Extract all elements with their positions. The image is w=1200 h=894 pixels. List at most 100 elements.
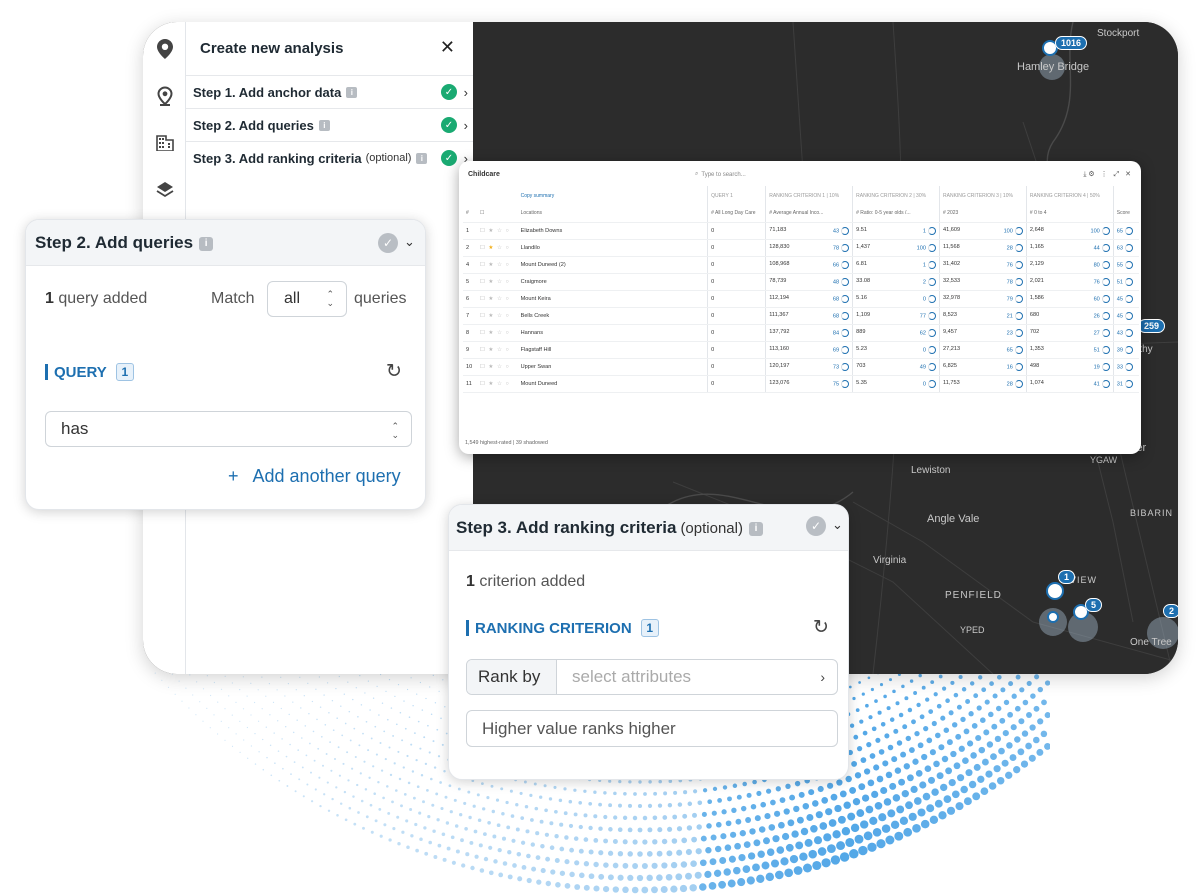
criterion-cell: 128,830 78: [765, 239, 853, 257]
column-header[interactable]: # 2023: [939, 205, 1027, 223]
table-row[interactable]: 8 ☐ ★ ☆ ○ Hannans 0 137,792 84 889 62 9,457 23 702…: [463, 324, 1139, 342]
group-header: RANKING CRITERION 4 | 50%: [1025, 186, 1114, 205]
star-icon: ★: [488, 346, 495, 353]
criterion-index-chip: 1: [640, 619, 659, 637]
star-icon: ★: [488, 227, 495, 234]
step-2-row[interactable]: Step 2. Add queries i ✓ ›: [186, 108, 473, 141]
table-row[interactable]: 4 ☐ ★ ☆ ○ Mount Duneed (2) 0 108,968 66 6.81 1 3…: [463, 256, 1139, 274]
chevron-down-icon[interactable]: ⌄: [832, 517, 843, 533]
criterion-cell: 11,568 28: [939, 239, 1027, 257]
row-actions[interactable]: ☐ ★ ☆ ○: [476, 375, 518, 393]
close-icon[interactable]: ✕: [440, 37, 455, 58]
table-row[interactable]: 10 ☐ ★ ☆ ○ Upper Swan 0 120,197 73 703 49 6,825 1…: [463, 358, 1139, 376]
table-row[interactable]: 6 ☐ ★ ☆ ○ Mount Keira 0 112,194 68 5.16 0 32,978…: [463, 290, 1139, 308]
map-cluster-badge[interactable]: 259: [1138, 319, 1166, 333]
column-header[interactable]: # Ratio: 0-5 year olds /...: [852, 205, 940, 223]
score-cell: 45: [1112, 290, 1139, 308]
row-actions[interactable]: ☐ ★ ☆ ○: [476, 222, 518, 240]
rank-order-field[interactable]: Higher value ranks higher: [466, 710, 838, 747]
map-cluster-badge[interactable]: 5: [1085, 598, 1103, 612]
step-3-label: Step 3. Add ranking criteria: [193, 150, 362, 166]
row-actions[interactable]: ☐ ★ ☆ ○: [476, 273, 518, 291]
row-actions[interactable]: ☐ ★ ☆ ○: [476, 341, 518, 359]
location-pin-icon[interactable]: [152, 36, 178, 62]
info-icon[interactable]: i: [346, 86, 358, 98]
chevron-right-icon[interactable]: ›: [464, 118, 468, 133]
column-header[interactable]: #: [463, 205, 477, 223]
rank-by-field[interactable]: Rank by select attributes ›: [466, 659, 838, 695]
group-header: RANKING CRITERION 1 | 10%: [765, 186, 853, 205]
row-actions[interactable]: ☐ ★ ☆ ○: [476, 324, 518, 342]
chevron-right-icon[interactable]: ›: [464, 85, 468, 100]
attribute-select[interactable]: select attributes ›: [557, 660, 837, 694]
rank-by-label: Rank by: [467, 660, 557, 694]
column-header[interactable]: Score: [1112, 205, 1139, 223]
step-1-row[interactable]: Step 1. Add anchor data i ✓ ›: [186, 75, 473, 108]
select-all-checkbox[interactable]: ☐: [476, 205, 518, 223]
query-cell: 0: [707, 239, 766, 257]
info-icon[interactable]: i: [318, 119, 330, 131]
location-pin-outline-icon[interactable]: [152, 83, 178, 109]
stepper-icon: ⌃ ⌄: [391, 421, 399, 440]
star-icon: ★: [488, 244, 495, 251]
location-cell: Mount Keira: [517, 290, 708, 308]
reset-icon[interactable]: ↻: [813, 616, 829, 639]
chevron-right-icon: ›: [820, 669, 825, 685]
score-ring-icon: [1014, 277, 1023, 286]
reset-icon[interactable]: ↻: [386, 360, 402, 383]
info-icon[interactable]: i: [199, 236, 214, 251]
score-ring-icon: [1101, 328, 1110, 337]
table-title: Childcare: [468, 171, 500, 178]
score-ring-icon: [928, 328, 937, 337]
query-cell: 0: [707, 341, 766, 359]
star-icon: ★: [488, 261, 495, 268]
condition-select[interactable]: has ⌃ ⌄: [45, 411, 412, 447]
building-icon[interactable]: [152, 130, 178, 156]
table-row[interactable]: 2 ☐ ★ ☆ ○ Llandilo 0 128,830 78 1,437 100 11,568…: [463, 239, 1139, 257]
score-ring-icon: [1014, 311, 1023, 320]
column-header[interactable]: Locations: [517, 205, 708, 223]
score-ring-icon: [841, 243, 850, 252]
score-ring-icon: [1101, 226, 1110, 235]
row-actions[interactable]: ☐ ★ ☆ ○: [476, 239, 518, 257]
score-ring-icon: [928, 362, 937, 371]
score-ring-icon: [841, 294, 850, 303]
column-header[interactable]: # Average Annual Inco...: [765, 205, 853, 223]
column-header-row: # ☐ Locations # All Long Day Care # Aver…: [463, 205, 1139, 223]
table-row[interactable]: 9 ☐ ★ ☆ ○ Flagstaff Hill 0 113,160 69 5.23 0 27,…: [463, 341, 1139, 359]
check-circle-icon: ✓: [441, 117, 457, 133]
table-search[interactable]: ⌕ Type to search...: [695, 169, 895, 180]
query-cell: 0: [707, 290, 766, 308]
criterion-cell: 702 27: [1025, 324, 1114, 342]
info-icon[interactable]: i: [416, 152, 428, 164]
column-header[interactable]: # 0 to 4: [1025, 205, 1114, 223]
criterion-cell: 27,213 65: [939, 341, 1027, 359]
chevron-down-icon[interactable]: ⌄: [404, 234, 415, 250]
add-query-button[interactable]: + Add another query: [228, 466, 401, 487]
column-header[interactable]: # All Long Day Care: [707, 205, 766, 223]
match-select[interactable]: all ⌃ ⌄: [267, 281, 347, 317]
criterion-count: 1 criterion added: [466, 573, 586, 590]
table-row[interactable]: 7 ☐ ★ ☆ ○ Bells Creek 0 111,367 68 1,109 77 8,52…: [463, 307, 1139, 325]
map-cluster-badge[interactable]: 2: [1163, 604, 1178, 618]
table-row[interactable]: 11 ☐ ★ ☆ ○ Mount Duneed 0 123,076 75 5.35 0 11,7…: [463, 375, 1139, 393]
query-cell: 0: [707, 307, 766, 325]
map-cluster-badge[interactable]: 1: [1058, 570, 1076, 584]
row-actions[interactable]: ☐ ★ ☆ ○: [476, 256, 518, 274]
table-row[interactable]: 5 ☐ ★ ☆ ○ Craigmore 0 78,739 48 33.08 2 32,533 78…: [463, 273, 1139, 291]
star-icon: ★: [488, 363, 495, 370]
row-actions[interactable]: ☐ ★ ☆ ○: [476, 358, 518, 376]
info-icon[interactable]: i: [748, 521, 763, 536]
map-cluster-badge[interactable]: 1016: [1055, 36, 1088, 50]
table-toolbar[interactable]: ⤓⚙ ⋮ ⤢ ✕: [1083, 170, 1133, 179]
criterion-cell: 137,792 84: [765, 324, 853, 342]
step-3-row[interactable]: Step 3. Add ranking criteria (optional) …: [186, 141, 473, 174]
step-3-header[interactable]: Step 3. Add ranking criteria (optional) i …: [449, 505, 848, 551]
table-row[interactable]: 1 ☐ ★ ☆ ○ Elizabeth Downs 0 71,183 43 9.51 1 41,…: [463, 222, 1139, 240]
score-ring-icon: [1014, 260, 1023, 269]
row-actions[interactable]: ☐ ★ ☆ ○: [476, 290, 518, 308]
layers-icon[interactable]: [152, 177, 178, 203]
copy-summary-link[interactable]: Copy summary: [521, 193, 555, 199]
row-actions[interactable]: ☐ ★ ☆ ○: [476, 307, 518, 325]
step-2-header[interactable]: Step 2. Add queries i ✓ ⌄: [26, 220, 425, 266]
